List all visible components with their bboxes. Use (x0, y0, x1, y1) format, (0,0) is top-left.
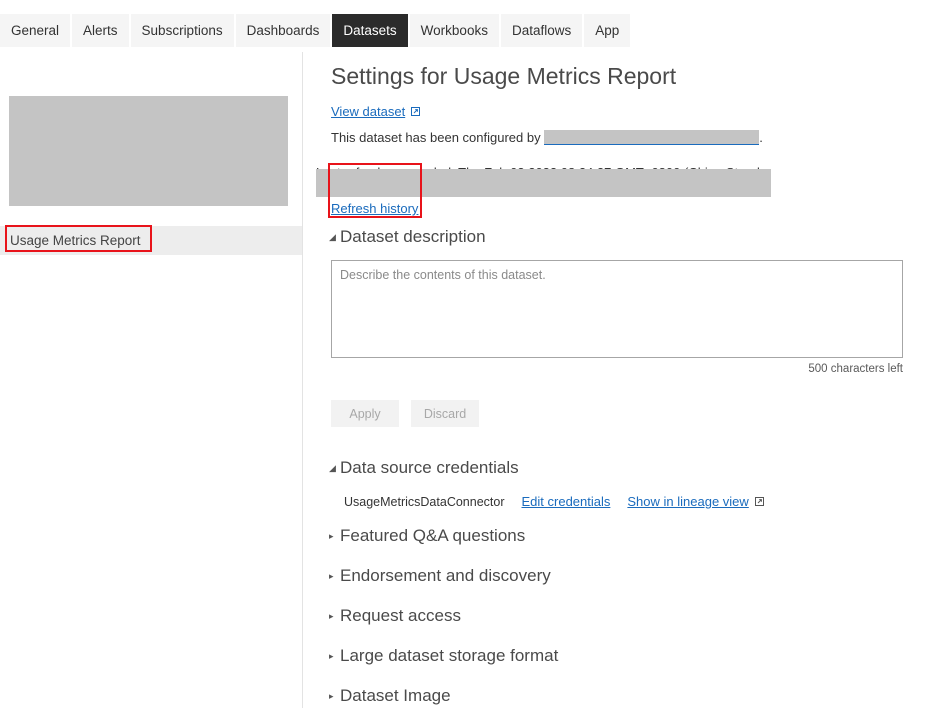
configured-by-suffix: . (759, 130, 763, 145)
section-title-large-dataset-storage-format: Large dataset storage format (340, 646, 559, 665)
section-title-dataset-description: Dataset description (340, 227, 486, 246)
section-title-featured-qa-questions: Featured Q&A questions (340, 526, 526, 545)
caret-expanded-icon: ◢ (329, 463, 336, 473)
description-actions: Apply Discard (331, 400, 479, 427)
tab-dataflows[interactable]: Dataflows (500, 14, 583, 47)
discard-button[interactable]: Discard (411, 400, 479, 427)
tab-app[interactable]: App (584, 14, 631, 47)
external-link-icon (411, 107, 421, 116)
caret-collapsed-icon: ▸ (329, 611, 334, 621)
section-title-request-access: Request access (340, 606, 461, 625)
section-header-dataset-image[interactable]: ▸ Dataset Image (329, 686, 451, 706)
tab-workbooks[interactable]: Workbooks (409, 14, 499, 47)
refresh-history-link[interactable]: Refresh history (331, 201, 418, 216)
section-header-dataset-description[interactable]: ◢ Dataset description (329, 227, 486, 247)
configured-by-text: This dataset has been configured by . (331, 130, 763, 146)
section-header-data-source-credentials[interactable]: ◢ Data source credentials (329, 458, 519, 478)
sidebar-item-usage-metrics-report[interactable]: Usage Metrics Report (0, 226, 302, 255)
tab-datasets[interactable]: Datasets (332, 14, 408, 47)
redacted-thumbnail-block (9, 96, 288, 206)
page-title: Settings for Usage Metrics Report (331, 63, 677, 89)
caret-collapsed-icon: ▸ (329, 691, 334, 701)
redacted-refresh-block (316, 169, 771, 197)
section-header-request-access[interactable]: ▸ Request access (329, 606, 461, 626)
tab-dashboards[interactable]: Dashboards (235, 14, 331, 47)
caret-collapsed-icon: ▸ (329, 531, 334, 541)
show-in-lineage-view-link[interactable]: Show in lineage view (627, 494, 748, 509)
configured-by-prefix: This dataset has been configured by (331, 130, 545, 145)
section-title-data-source-credentials: Data source credentials (340, 458, 519, 477)
section-title-endorsement-and-discovery: Endorsement and discovery (340, 566, 551, 585)
dataset-description-input[interactable] (331, 260, 903, 358)
external-link-icon (754, 497, 764, 506)
caret-collapsed-icon: ▸ (329, 651, 334, 661)
edit-credentials-link[interactable]: Edit credentials (522, 494, 611, 509)
connector-name: UsageMetricsDataConnector (344, 494, 505, 509)
view-dataset-link[interactable]: View dataset (331, 104, 405, 119)
dataset-settings-pane: Settings for Usage Metrics Report View d… (310, 52, 935, 708)
tab-alerts[interactable]: Alerts (72, 14, 129, 47)
tab-general[interactable]: General (0, 14, 71, 47)
lineage-view-group: Show in lineage view (627, 494, 764, 509)
sidebar-item-label: Usage Metrics Report (10, 233, 141, 248)
dataset-list-pane: Usage Metrics Report (0, 52, 303, 708)
redacted-owner-link[interactable] (544, 130, 760, 146)
section-header-large-dataset-storage-format[interactable]: ▸ Large dataset storage format (329, 646, 558, 666)
characters-left-label: 500 characters left (808, 363, 903, 375)
data-source-credentials-row: UsageMetricsDataConnector Edit credentia… (344, 494, 764, 509)
tab-subscriptions[interactable]: Subscriptions (130, 14, 234, 47)
caret-expanded-icon: ◢ (329, 232, 336, 242)
view-dataset-row: View dataset (331, 104, 421, 119)
section-header-featured-qa-questions[interactable]: ▸ Featured Q&A questions (329, 526, 525, 546)
apply-button[interactable]: Apply (331, 400, 399, 427)
section-header-endorsement-and-discovery[interactable]: ▸ Endorsement and discovery (329, 566, 551, 586)
section-title-dataset-image: Dataset Image (340, 686, 451, 705)
caret-collapsed-icon: ▸ (329, 571, 334, 581)
settings-tabstrip: General Alerts Subscriptions Dashboards … (0, 14, 935, 47)
